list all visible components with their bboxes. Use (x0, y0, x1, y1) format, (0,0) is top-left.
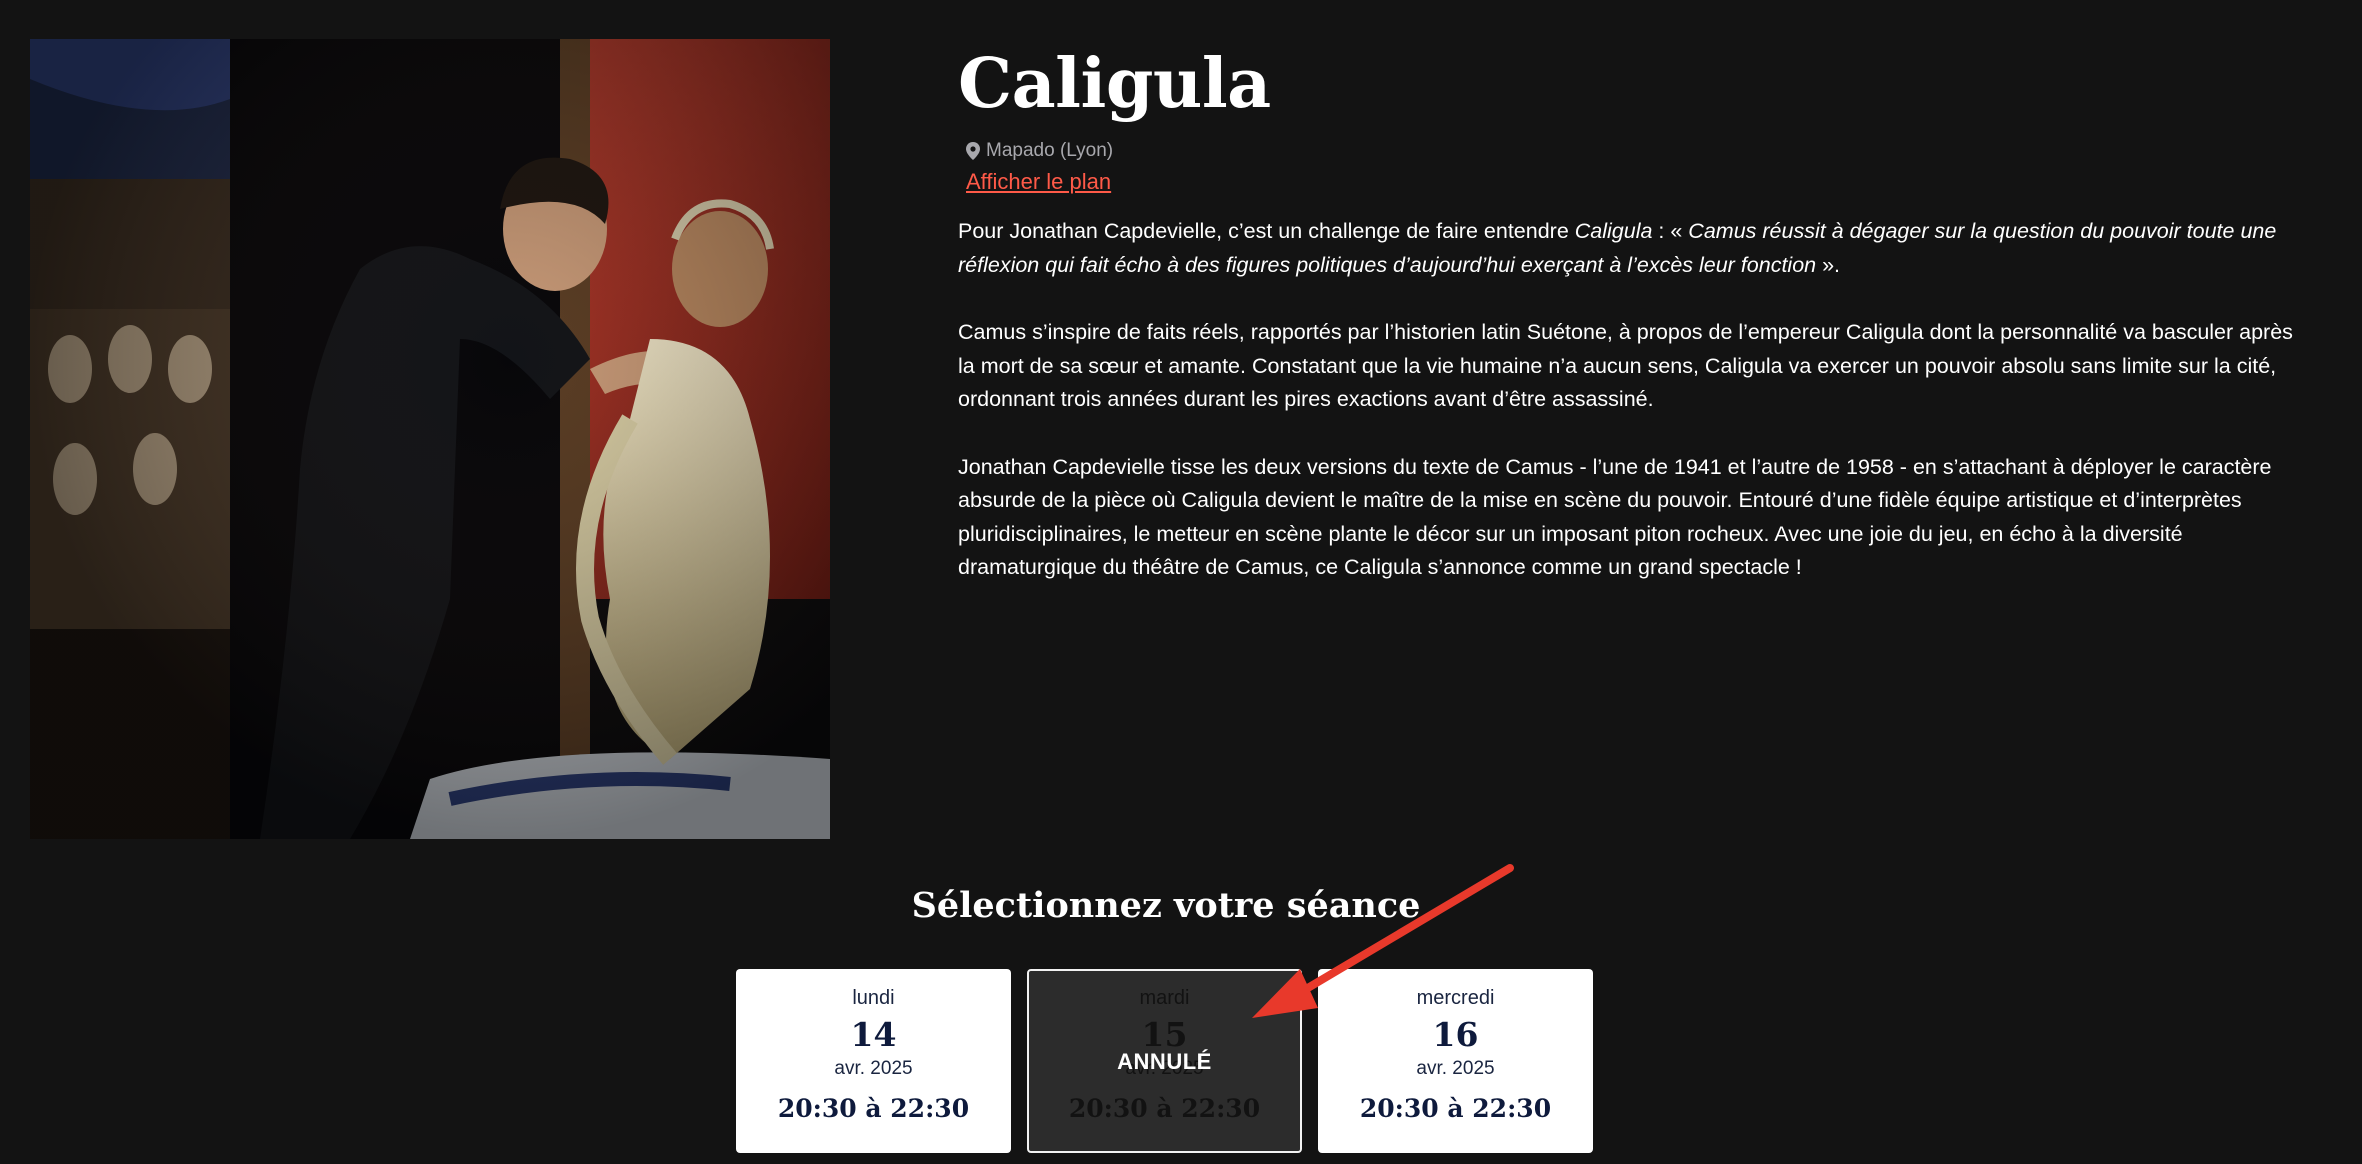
description-italic-text: Caligula (1574, 219, 1653, 244)
map-pin-icon (966, 142, 980, 161)
description-text: : « (1652, 219, 1689, 244)
stage-photo-illustration (30, 39, 830, 839)
session-card-mardi[interactable]: mardi 15 avr. 2025 20:30 à 22:30 ANNULÉ (1027, 969, 1302, 1153)
description-paragraph: Jonathan Capdevielle tisse les deux vers… (958, 451, 2298, 585)
session-time: 20:30 à 22:30 (1359, 1094, 1552, 1124)
sessions-heading: Sélectionnez votre séance (911, 885, 1421, 926)
event-description: Pour Jonathan Capdevielle, c’est un chal… (958, 215, 2298, 585)
event-page: Caligula Mapado (Lyon) Afficher le plan … (0, 0, 2362, 1164)
session-weekday: mardi (1139, 987, 1190, 1009)
session-weekday: mercredi (1416, 987, 1495, 1009)
description-text: Camus s’inspire de faits réels, rapporté… (958, 320, 2293, 412)
session-month-year: avr. 2025 (834, 1058, 913, 1080)
event-title: Caligula (958, 44, 1271, 124)
description-text: Jonathan Capdevielle tisse les deux vers… (958, 454, 2272, 580)
cancelled-badge: ANNULÉ (1117, 1049, 1212, 1074)
venue-line: Mapado (Lyon) (958, 140, 2298, 162)
venue-name: Mapado (Lyon) (986, 140, 1114, 162)
event-info: Caligula Mapado (Lyon) Afficher le plan … (958, 40, 2298, 619)
description-paragraph: Pour Jonathan Capdevielle, c’est un chal… (958, 215, 2298, 282)
description-text: ». (1816, 252, 1841, 277)
description-paragraph: Camus s’inspire de faits réels, rapporté… (958, 316, 2298, 417)
session-card-lundi[interactable]: lundi 14 avr. 2025 20:30 à 22:30 (736, 969, 1011, 1153)
description-text: Pour Jonathan Capdevielle, c’est un chal… (958, 219, 1575, 244)
session-time: 20:30 à 22:30 (1068, 1094, 1261, 1124)
session-day-number: 16 (1432, 1015, 1479, 1054)
event-photo (30, 39, 830, 839)
session-cards: lundi 14 avr. 2025 20:30 à 22:30 mardi 15 avr.… (736, 969, 1593, 1153)
session-time: 20:30 à 22:30 (777, 1094, 970, 1124)
session-day-number: 14 (850, 1015, 897, 1054)
session-weekday: lundi (852, 987, 895, 1009)
session-month-year: avr. 2025 (1416, 1058, 1495, 1080)
session-card-mercredi[interactable]: mercredi 16 avr. 2025 20:30 à 22:30 (1318, 969, 1593, 1153)
show-map-link[interactable]: Afficher le plan (966, 169, 1111, 195)
